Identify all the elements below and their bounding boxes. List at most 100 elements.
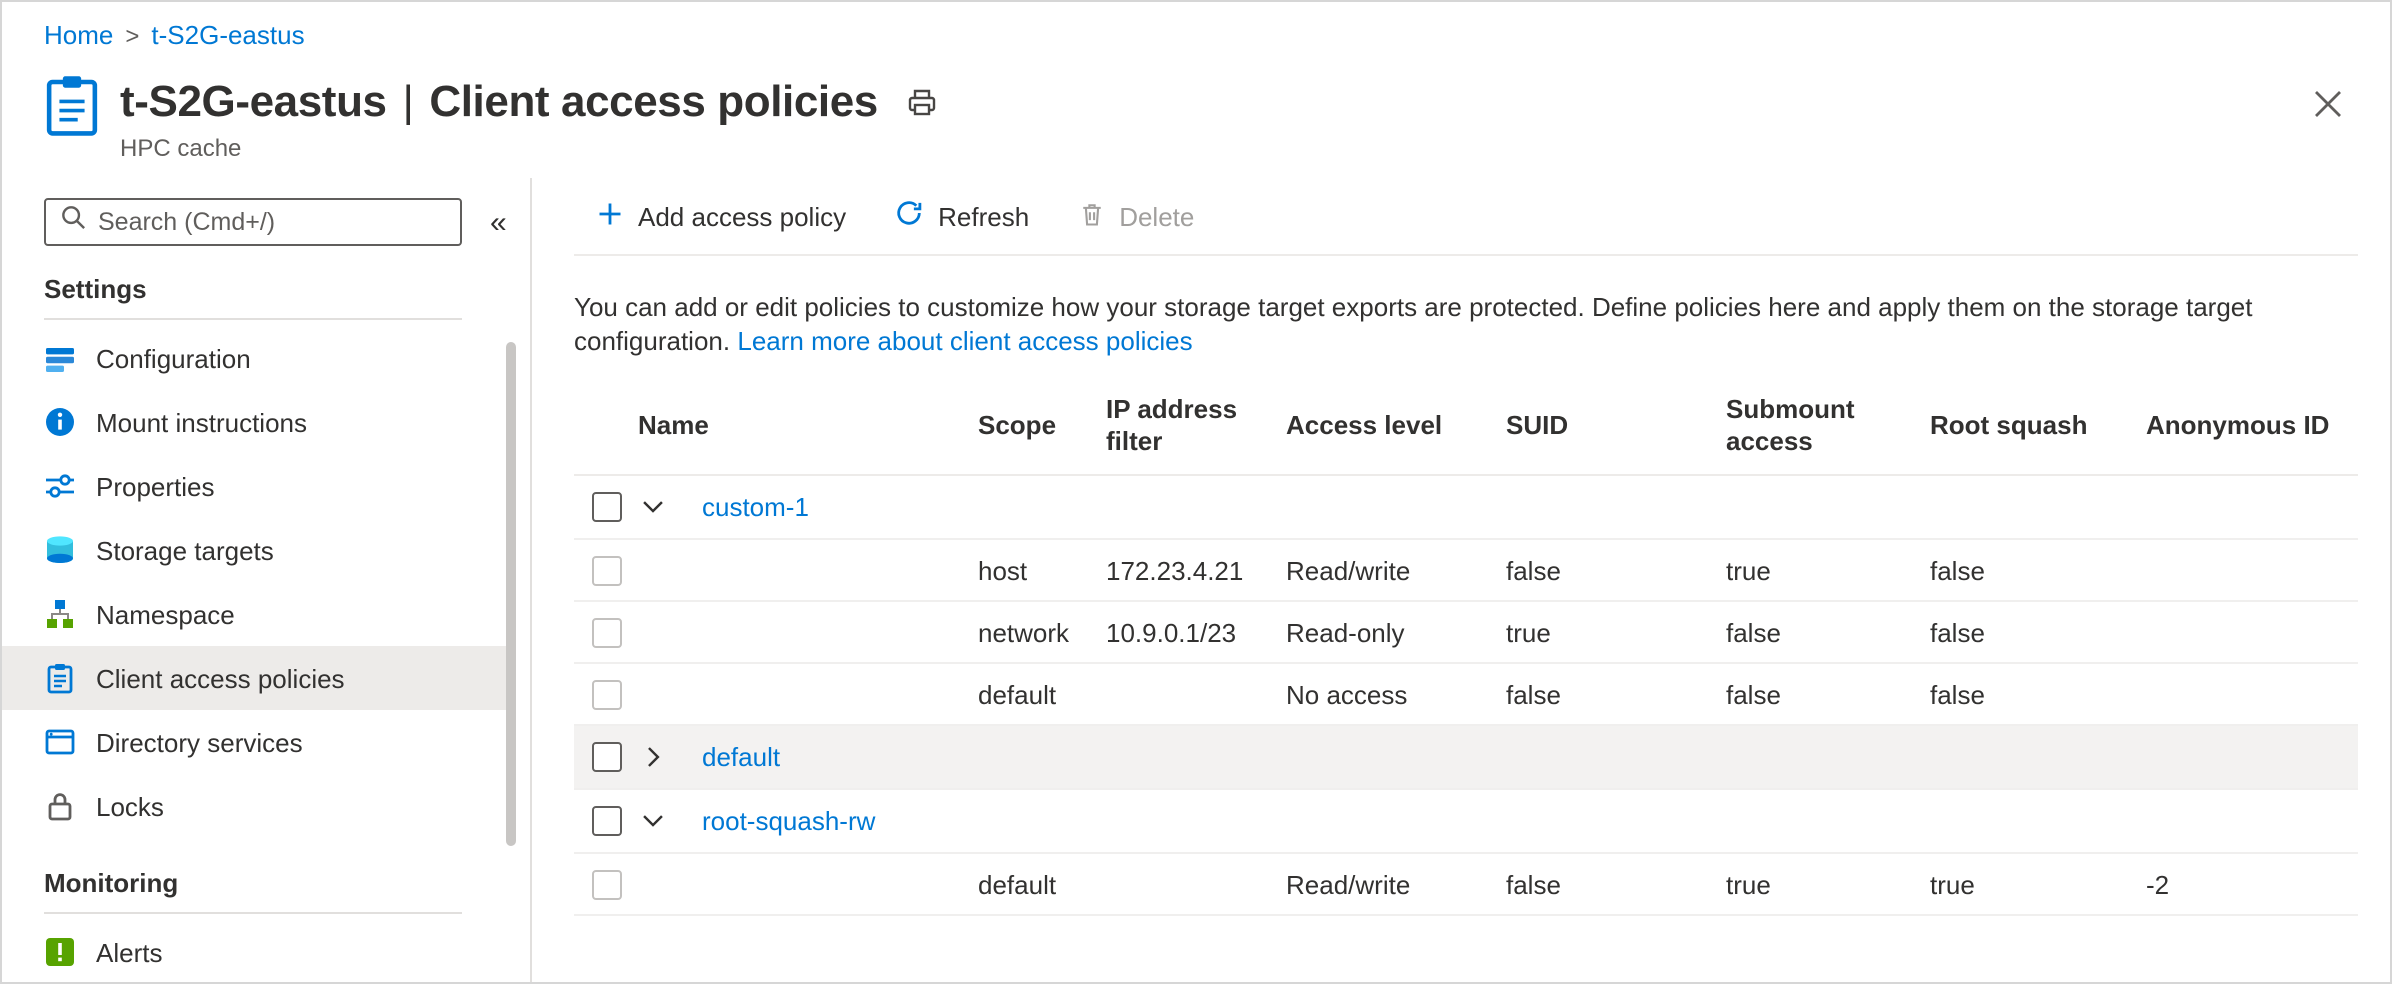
- sidebar-item-label: Locks: [96, 791, 164, 821]
- policy-name-link[interactable]: custom-1: [686, 492, 809, 522]
- breadcrumb-home-link[interactable]: Home: [44, 20, 113, 50]
- sidebar-item-label: Storage targets: [96, 535, 274, 565]
- window-icon: [44, 726, 76, 758]
- row-checkbox[interactable]: [592, 555, 622, 585]
- sidebar-item-label: Namespace: [96, 599, 235, 629]
- cell-access-level: Read/write: [1286, 869, 1506, 899]
- sidebar-item-namespace[interactable]: Namespace: [2, 582, 516, 646]
- sidebar-search: [44, 198, 462, 246]
- sidebar-item-label: Client access policies: [96, 663, 345, 693]
- page-header: t-S2G-eastus | Client access policies HP…: [44, 74, 942, 162]
- cell-submount: true: [1726, 869, 1930, 899]
- sidebar-item-mount-instructions[interactable]: Mount instructions: [2, 390, 516, 454]
- sliders-icon: [44, 470, 76, 502]
- policy-rule-row[interactable]: default Read/write false true true -2: [574, 854, 2358, 916]
- col-header-access-level: Access level: [1286, 410, 1506, 442]
- sidebar-item-label: Alerts: [96, 937, 162, 967]
- page-root: Home > t-S2G-eastus t-S2G-eastus | Clien…: [0, 0, 2392, 984]
- close-icon[interactable]: [2310, 86, 2346, 122]
- add-access-policy-label: Add access policy: [638, 201, 846, 231]
- sidebar-item-properties[interactable]: Properties: [2, 454, 516, 518]
- chevron-down-icon[interactable]: [640, 494, 686, 520]
- policy-group-row: default: [574, 726, 2358, 790]
- sidebar-item-configuration[interactable]: Configuration: [2, 326, 516, 390]
- breadcrumb-separator: >: [125, 21, 139, 49]
- cell-suid: false: [1506, 555, 1726, 585]
- sidebar-item-label: Configuration: [96, 343, 251, 373]
- cell-scope: network: [978, 617, 1106, 647]
- resource-name: t-S2G-eastus: [120, 76, 387, 126]
- breadcrumb: Home > t-S2G-eastus: [44, 20, 305, 50]
- policy-name-link[interactable]: default: [686, 742, 780, 772]
- scrollbar-thumb[interactable]: [506, 342, 516, 846]
- resource-type-subtitle: HPC cache: [120, 134, 942, 162]
- cell-root-squash: true: [1930, 869, 2146, 899]
- cell-access-level: No access: [1286, 679, 1506, 709]
- cell-submount: false: [1726, 679, 1930, 709]
- policy-rule-row[interactable]: default No access false false false: [574, 664, 2358, 726]
- cell-submount: true: [1726, 555, 1930, 585]
- policy-rule-row[interactable]: host 172.23.4.21 Read/write false true f…: [574, 540, 2358, 602]
- blade-name: Client access policies: [429, 76, 878, 126]
- command-bar: Add access policy Refresh Delete: [574, 178, 2358, 256]
- policy-name-link[interactable]: root-squash-rw: [686, 806, 875, 836]
- sidebar: « Settings Configuration Mount instructi…: [2, 178, 532, 982]
- page-description: You can add or edit policies to customiz…: [574, 290, 2358, 358]
- sidebar-item-client-access-policies[interactable]: Client access policies: [2, 646, 516, 710]
- row-checkbox[interactable]: [592, 617, 622, 647]
- col-header-submount-access: Submount access: [1726, 394, 1930, 458]
- cell-root-squash: false: [1930, 555, 2146, 585]
- sidebar-item-directory-services[interactable]: Directory services: [2, 710, 516, 774]
- plus-icon: [596, 199, 624, 233]
- page-title: t-S2G-eastus | Client access policies: [120, 74, 878, 130]
- row-checkbox[interactable]: [592, 492, 622, 522]
- search-input[interactable]: [98, 208, 446, 236]
- refresh-icon: [894, 198, 924, 234]
- delete-label: Delete: [1119, 201, 1194, 231]
- cell-ip-filter: 172.23.4.21: [1106, 555, 1286, 585]
- chevron-down-icon[interactable]: [640, 808, 686, 834]
- add-access-policy-button[interactable]: Add access policy: [574, 187, 868, 245]
- cell-ip-filter: 10.9.0.1/23: [1106, 617, 1286, 647]
- sidebar-scrollbar[interactable]: [506, 190, 516, 970]
- sidebar-item-storage-targets[interactable]: Storage targets: [2, 518, 516, 582]
- col-header-ip-filter: IP address filter: [1106, 394, 1286, 458]
- sidebar-item-label: Mount instructions: [96, 407, 307, 437]
- learn-more-link[interactable]: Learn more about client access policies: [737, 326, 1192, 356]
- breadcrumb-current-link[interactable]: t-S2G-eastus: [151, 20, 304, 50]
- storage-disks-icon: [44, 534, 76, 566]
- settings-section-label: Settings: [44, 274, 462, 320]
- policies-table: Name Scope IP address filter Access leve…: [574, 382, 2358, 916]
- sidebar-item-alerts[interactable]: Alerts: [2, 920, 516, 984]
- cell-suid: false: [1506, 679, 1726, 709]
- configuration-icon: [44, 342, 76, 374]
- print-icon[interactable]: [902, 82, 942, 122]
- policy-rule-row[interactable]: network 10.9.0.1/23 Read-only true false…: [574, 602, 2358, 664]
- collapse-sidebar-button[interactable]: «: [490, 207, 507, 237]
- col-header-scope: Scope: [978, 410, 1106, 442]
- cell-access-level: Read-only: [1286, 617, 1506, 647]
- policy-group-row: root-squash-rw: [574, 790, 2358, 854]
- refresh-button[interactable]: Refresh: [872, 186, 1051, 246]
- lock-icon: [44, 790, 76, 822]
- row-checkbox[interactable]: [592, 679, 622, 709]
- chevron-right-icon[interactable]: [640, 744, 686, 770]
- title-separator: |: [398, 76, 417, 126]
- col-header-suid: SUID: [1506, 410, 1726, 442]
- cell-scope: default: [978, 869, 1106, 899]
- delete-button[interactable]: Delete: [1055, 187, 1216, 245]
- row-checkbox[interactable]: [592, 869, 622, 899]
- policy-group-row: custom-1: [574, 476, 2358, 540]
- cell-suid: false: [1506, 869, 1726, 899]
- clipboard-policy-icon: [44, 74, 100, 162]
- monitoring-section-label: Monitoring: [44, 868, 462, 914]
- settings-nav: Configuration Mount instructions Propert…: [2, 326, 530, 838]
- row-checkbox[interactable]: [592, 806, 622, 836]
- hierarchy-icon: [44, 598, 76, 630]
- col-header-root-squash: Root squash: [1930, 410, 2146, 442]
- cell-access-level: Read/write: [1286, 555, 1506, 585]
- refresh-label: Refresh: [938, 201, 1029, 231]
- row-checkbox[interactable]: [592, 742, 622, 772]
- cell-scope: host: [978, 555, 1106, 585]
- sidebar-item-locks[interactable]: Locks: [2, 774, 516, 838]
